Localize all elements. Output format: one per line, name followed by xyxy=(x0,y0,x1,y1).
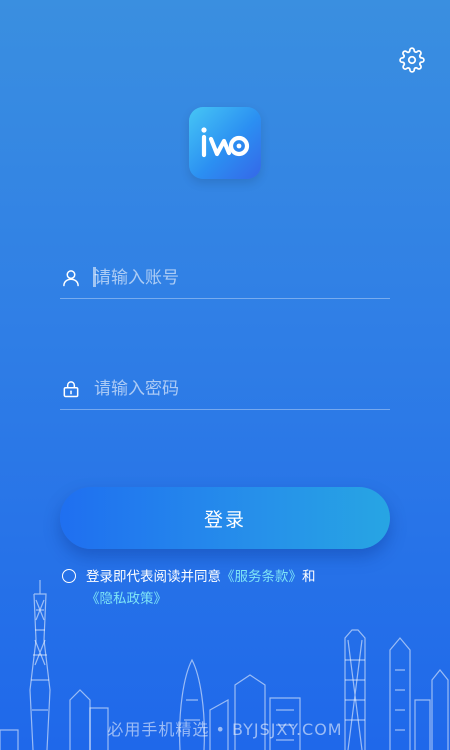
settings-button[interactable] xyxy=(398,46,426,74)
account-field xyxy=(60,258,390,299)
app-logo xyxy=(189,107,261,179)
watermark: 必用手机精选 • BYJSJXY.COM xyxy=(107,720,343,739)
account-input[interactable] xyxy=(94,268,390,288)
gear-icon xyxy=(399,47,425,73)
lock-icon xyxy=(60,378,82,400)
text-cursor xyxy=(93,267,96,287)
password-field xyxy=(60,369,390,410)
user-icon xyxy=(60,267,82,289)
login-button[interactable]: 登录 xyxy=(60,487,390,549)
password-input[interactable] xyxy=(94,379,390,399)
